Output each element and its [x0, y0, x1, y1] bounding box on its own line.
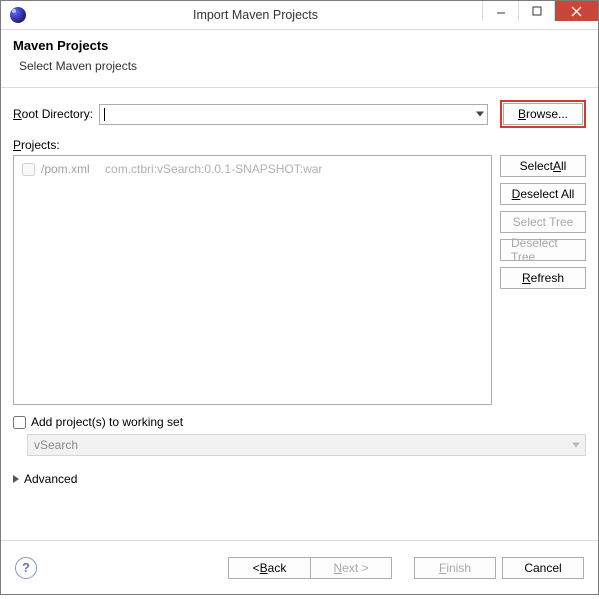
wizard-footer: ? < Back Next > Finish Cancel — [1, 540, 598, 594]
chevron-down-icon — [476, 112, 484, 117]
select-all-button[interactable]: Select All — [500, 155, 586, 177]
wizard-body: Root Directory: Browse... Projects: /pom… — [1, 88, 598, 540]
root-directory-row: Root Directory: Browse... — [13, 100, 586, 128]
help-button[interactable]: ? — [15, 557, 37, 579]
app-icon — [7, 4, 29, 26]
dialog-window: Import Maven Projects Maven Projects Sel… — [0, 0, 599, 595]
browse-button[interactable]: Browse... — [503, 103, 583, 125]
advanced-label: Advanced — [24, 472, 77, 486]
working-set-checkbox[interactable] — [13, 416, 26, 429]
advanced-toggle[interactable]: Advanced — [13, 472, 586, 486]
next-button: Next > — [310, 557, 392, 579]
nav-buttons: < Back Next > — [228, 557, 392, 579]
window-title: Import Maven Projects — [29, 8, 482, 22]
working-set-combo[interactable]: vSearch — [27, 434, 586, 456]
browse-highlight: Browse... — [500, 100, 586, 128]
root-directory-input[interactable] — [99, 104, 488, 125]
minimize-button[interactable] — [482, 1, 518, 21]
working-set-row: Add project(s) to working set — [13, 415, 586, 429]
select-tree-button: Select Tree — [500, 211, 586, 233]
titlebar: Import Maven Projects — [1, 1, 598, 30]
project-checkbox[interactable] — [22, 163, 35, 176]
projects-label: Projects: — [13, 138, 586, 152]
project-file: /pom.xml — [41, 162, 90, 176]
deselect-tree-button: Deselect Tree — [500, 239, 586, 261]
deselect-all-button[interactable]: Deselect All — [500, 183, 586, 205]
close-button[interactable] — [554, 1, 598, 21]
refresh-button[interactable]: Refresh — [500, 267, 586, 289]
projects-area: /pom.xml com.ctbri:vSearch:0.0.1-SNAPSHO… — [13, 155, 586, 405]
root-directory-label: Root Directory: — [13, 107, 93, 121]
working-set-value: vSearch — [34, 438, 78, 452]
back-button[interactable]: < Back — [228, 557, 310, 579]
page-subtitle: Select Maven projects — [13, 59, 586, 73]
working-set-label: Add project(s) to working set — [31, 415, 183, 429]
cancel-button[interactable]: Cancel — [502, 557, 584, 579]
wizard-header: Maven Projects Select Maven projects — [1, 30, 598, 88]
page-title: Maven Projects — [13, 38, 586, 53]
list-item[interactable]: /pom.xml com.ctbri:vSearch:0.0.1-SNAPSHO… — [22, 162, 483, 176]
chevron-down-icon — [572, 443, 580, 448]
finish-button: Finish — [414, 557, 496, 579]
triangle-right-icon — [13, 475, 19, 483]
projects-list[interactable]: /pom.xml com.ctbri:vSearch:0.0.1-SNAPSHO… — [13, 155, 492, 405]
maximize-button[interactable] — [518, 1, 554, 21]
selection-buttons: Select All Deselect All Select Tree Dese… — [500, 155, 586, 405]
project-detail: com.ctbri:vSearch:0.0.1-SNAPSHOT:war — [105, 162, 322, 176]
text-cursor — [104, 108, 105, 121]
window-controls — [482, 1, 598, 29]
